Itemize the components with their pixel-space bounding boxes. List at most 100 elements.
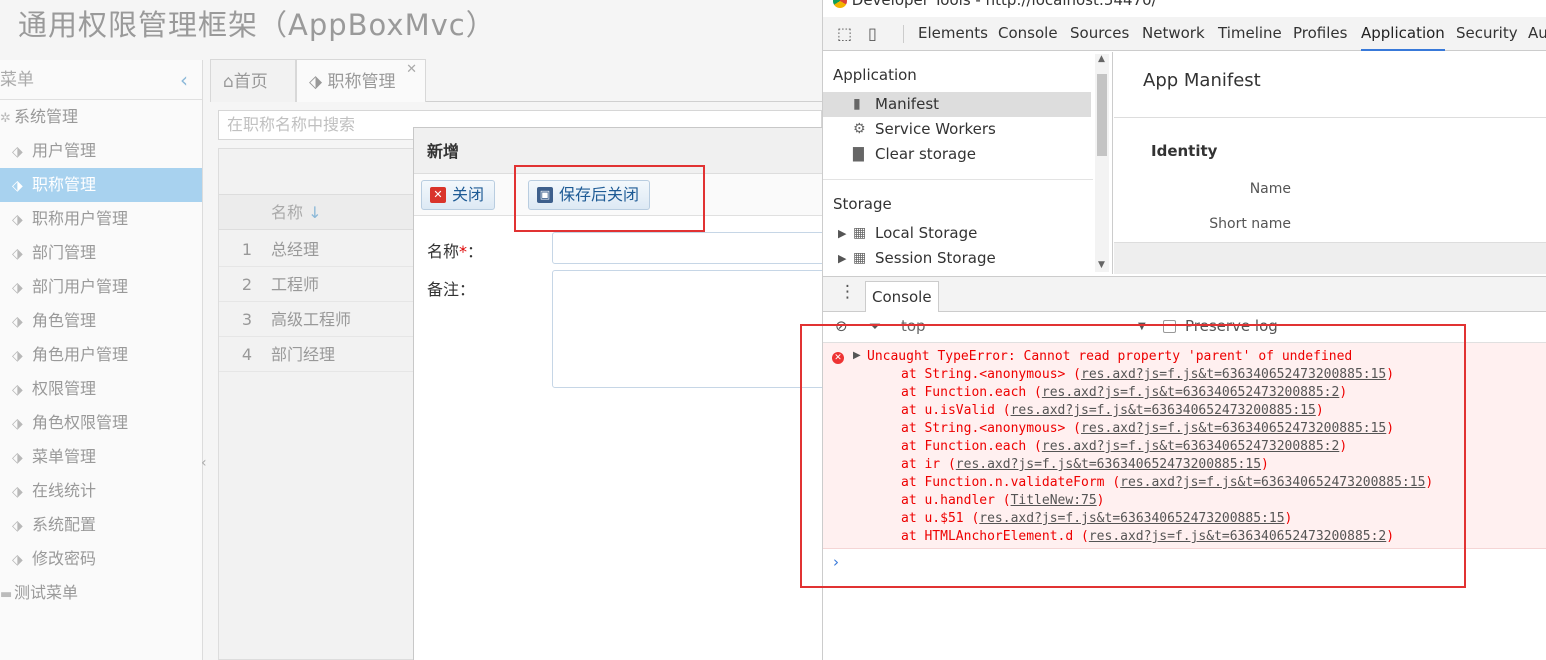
toolbar-divider	[903, 25, 904, 43]
tab-home[interactable]: ⌂首页	[210, 59, 296, 102]
sidebar-item-label: 系统配置	[32, 515, 97, 534]
sidebar-item-label: 部门用户管理	[32, 277, 129, 296]
manifest-title: App Manifest	[1143, 70, 1261, 91]
tag-icon: ⬗	[12, 518, 23, 534]
sidebar-item-label: 角色权限管理	[32, 413, 129, 432]
grid-icon: ▦	[853, 250, 867, 266]
devtools-tabbar: ⬚ ▯ Elements Console Sources Network Timelin…	[823, 17, 1546, 51]
devtools-tab[interactable]: Console	[998, 17, 1058, 51]
tag-icon: ⬗	[12, 212, 23, 228]
more-vert-icon[interactable]: ⋮	[839, 282, 856, 302]
sidebar-title: 菜单	[0, 70, 34, 90]
sidebar-item-label: 用户管理	[32, 141, 97, 160]
field-short-name-label: Short name	[1209, 216, 1291, 232]
sidebar-item-label: 部门管理	[32, 243, 97, 262]
devtools-tab[interactable]: Au	[1528, 17, 1546, 51]
chrome-logo-icon	[833, 0, 847, 8]
sidebar-item[interactable]: ⬗ 权限管理	[0, 372, 202, 406]
sidebar: 菜单 ‹ ✲ 系统管理 ⬗ 用户管理 ⬗ 职称管理 ⬗ 职称用户管理 ⬗ 部门管理 ⬗ 部门用户管理…	[0, 60, 203, 660]
devtools-tab[interactable]: Network	[1142, 17, 1205, 51]
annotation-box-console-error	[800, 324, 1466, 588]
name-field[interactable]	[552, 232, 822, 264]
row-name-cell: 高级工程师	[271, 310, 352, 329]
manifest-divider	[1114, 117, 1546, 118]
application-heading: Application	[833, 66, 917, 84]
tab-title-management[interactable]: ⬗ 职称管理 ✕	[296, 59, 426, 102]
nav-scrollbar[interactable]: ▲ ▼	[1095, 54, 1109, 272]
identity-heading: Identity	[1151, 142, 1218, 160]
devtools-tab[interactable]: Sources	[1070, 17, 1129, 51]
sidebar-item-label: 角色管理	[32, 311, 97, 330]
devtools-tab[interactable]: Application	[1361, 17, 1445, 51]
split-handle-icon[interactable]: ‹	[201, 455, 207, 471]
nav-item-manifest[interactable]: ▮ Manifest	[823, 92, 1091, 117]
remark-field[interactable]	[552, 270, 822, 388]
sidebar-item-label: 职称管理	[32, 175, 97, 194]
nav-divider	[823, 179, 1093, 180]
row-name-cell: 总经理	[271, 240, 320, 259]
gear-icon: ✲	[0, 111, 11, 126]
app-title: 通用权限管理框架（AppBoxMvc）	[18, 8, 496, 42]
nav-item-local-storage[interactable]: ▶ ▦ Local Storage	[823, 221, 1091, 246]
devtools-tab[interactable]: Timeline	[1218, 17, 1282, 51]
grid-icon: ▦	[853, 225, 867, 241]
tree-group-test[interactable]: ▬ 测试菜单	[0, 576, 202, 610]
annotation-box-save-button	[514, 165, 705, 232]
tag-icon: ⬗	[12, 416, 23, 432]
sidebar-item[interactable]: ⬗ 角色管理	[0, 304, 202, 338]
inspect-icon[interactable]: ⬚	[837, 24, 852, 43]
scroll-thumb[interactable]	[1097, 74, 1107, 156]
name-label: 名称*：	[427, 242, 484, 261]
sidebar-item[interactable]: ⬗ 职称用户管理	[0, 202, 202, 236]
close-button[interactable]: ✕ 关闭	[421, 180, 496, 210]
sidebar-item[interactable]: ⬗ 部门用户管理	[0, 270, 202, 304]
trash-icon: ▇	[853, 146, 864, 162]
row-name-cell: 部门经理	[271, 345, 336, 364]
tree-group-system[interactable]: ✲ 系统管理	[0, 100, 202, 134]
row-index: 3	[241, 310, 253, 329]
tag-icon: ⬗	[12, 280, 23, 296]
app-window: 通用权限管理框架（AppBoxMvc） 菜单 ‹ ✲ 系统管理 ⬗ 用户管理 ⬗ 职称管…	[0, 0, 822, 660]
sidebar-item-label: 角色用户管理	[32, 345, 129, 364]
device-mode-icon[interactable]: ▯	[868, 24, 877, 43]
sidebar-item[interactable]: ⬗ 修改密码	[0, 542, 202, 576]
tag-icon: ⬗	[12, 178, 23, 194]
expand-arrow-icon[interactable]: ▶	[838, 221, 846, 246]
devtools-tab[interactable]: Security	[1456, 17, 1518, 51]
sidebar-item-label: 权限管理	[32, 379, 97, 398]
manifest-footer	[1114, 242, 1546, 274]
remark-label: 备注：	[427, 280, 476, 299]
storage-heading: Storage	[833, 195, 892, 213]
nav-item-clear-storage[interactable]: ▇ Clear storage	[823, 142, 1091, 167]
sort-down-icon: ↓	[308, 203, 322, 222]
sidebar-header: 菜单 ‹	[0, 60, 202, 100]
tag-icon: ⬗	[12, 314, 23, 330]
sidebar-item[interactable]: ⬗ 用户管理	[0, 134, 202, 168]
tab-bar: ⌂首页 ⬗ 职称管理 ✕	[210, 58, 822, 102]
column-header-name[interactable]: 名称 ↓	[271, 195, 322, 231]
collapse-icon[interactable]: ‹	[180, 60, 188, 100]
expand-arrow-icon[interactable]: ▶	[838, 246, 846, 271]
tag-icon: ⬗	[12, 144, 23, 160]
field-name-label: Name	[1249, 181, 1291, 197]
home-icon: ⌂	[223, 72, 234, 92]
sidebar-item[interactable]: ⬗ 角色用户管理	[0, 338, 202, 372]
scroll-down-icon[interactable]: ▼	[1098, 260, 1105, 270]
sidebar-item[interactable]: ⬗ 职称管理	[0, 168, 202, 202]
sidebar-item[interactable]: ⬗ 系统配置	[0, 508, 202, 542]
tag-icon: ⬗	[309, 72, 323, 92]
sidebar-item[interactable]: ⬗ 角色权限管理	[0, 406, 202, 440]
devtools-tab[interactable]: Elements	[918, 17, 988, 51]
sidebar-item[interactable]: ⬗ 菜单管理	[0, 440, 202, 474]
devtools-titlebar: Developer Tools - http://localhost:54470…	[833, 0, 1157, 9]
folder-icon: ▬	[0, 587, 13, 602]
sidebar-item[interactable]: ⬗ 在线统计	[0, 474, 202, 508]
devtools-tab[interactable]: Profiles	[1293, 17, 1347, 51]
sidebar-item[interactable]: ⬗ 部门管理	[0, 236, 202, 270]
nav-item-service-workers[interactable]: ⚙ Service Workers	[823, 117, 1091, 142]
scroll-up-icon[interactable]: ▲	[1098, 54, 1105, 64]
tab-console[interactable]: Console	[865, 281, 939, 312]
close-icon[interactable]: ✕	[406, 48, 417, 92]
document-icon: ▮	[853, 96, 861, 112]
nav-item-session-storage[interactable]: ▶ ▦ Session Storage	[823, 246, 1091, 271]
